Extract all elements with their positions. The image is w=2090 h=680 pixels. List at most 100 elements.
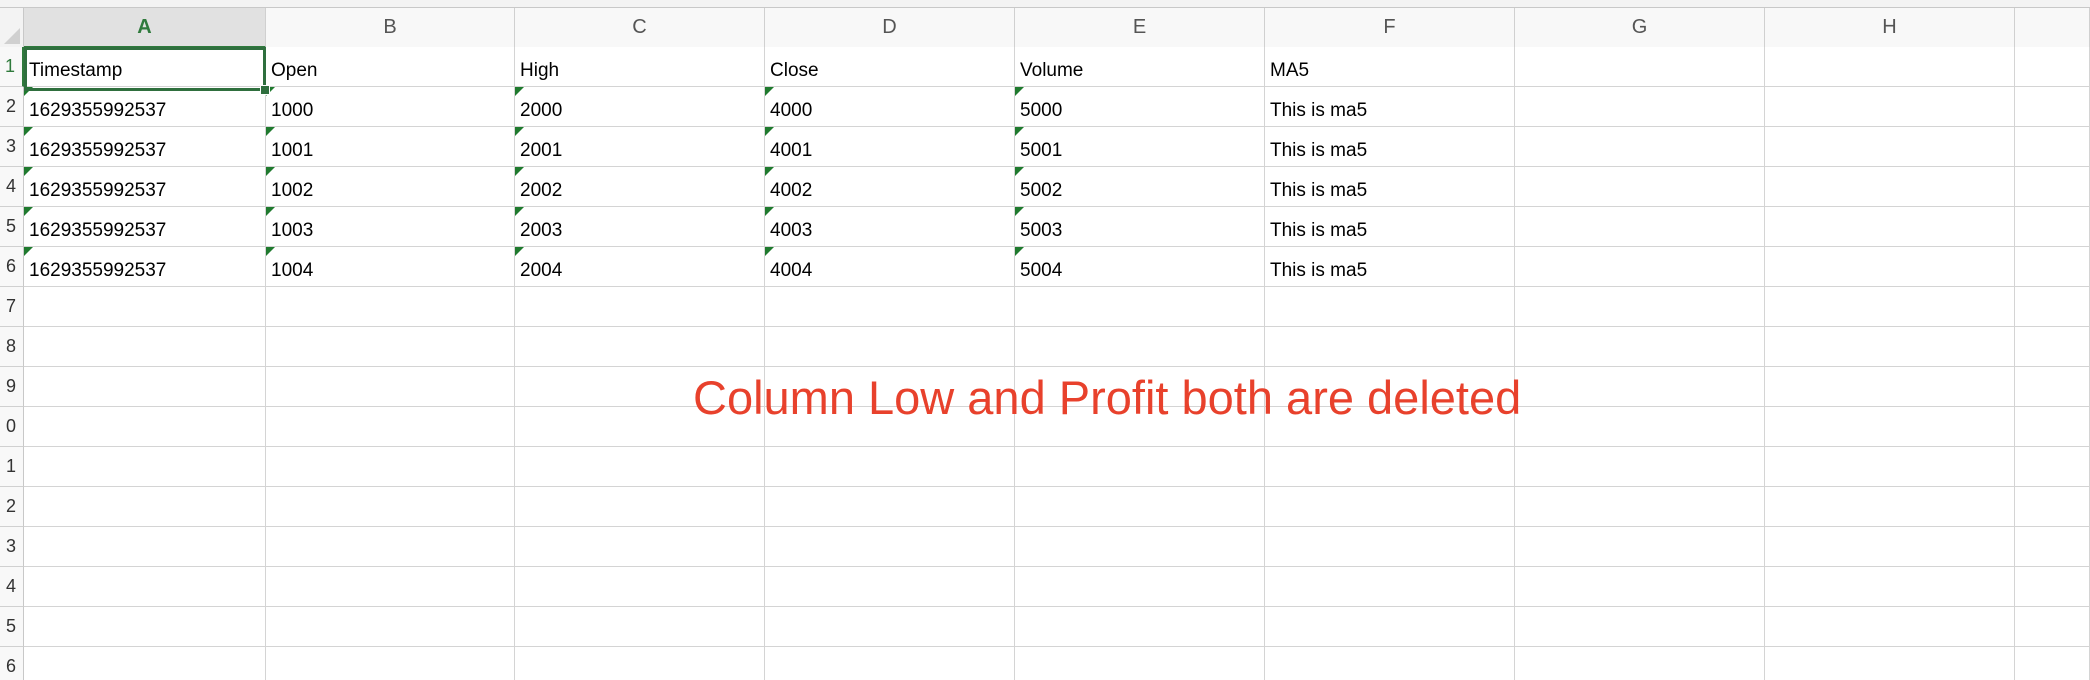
- data-cell[interactable]: 1001: [266, 127, 515, 167]
- empty-cell[interactable]: [1515, 127, 1765, 167]
- empty-cell[interactable]: [2015, 647, 2090, 680]
- empty-cell[interactable]: [2015, 487, 2090, 527]
- empty-cell[interactable]: [1515, 287, 1765, 327]
- empty-cell[interactable]: [515, 607, 765, 647]
- empty-cell[interactable]: [266, 367, 515, 407]
- empty-cell[interactable]: [2015, 127, 2090, 167]
- row-header[interactable]: 2: [0, 87, 24, 127]
- row-header[interactable]: 5: [0, 607, 24, 647]
- data-cell[interactable]: This is ma5: [1265, 127, 1515, 167]
- empty-cell[interactable]: [515, 487, 765, 527]
- empty-cell[interactable]: [1515, 87, 1765, 127]
- empty-cell[interactable]: [765, 327, 1015, 367]
- data-cell[interactable]: 1003: [266, 207, 515, 247]
- empty-cell[interactable]: [266, 487, 515, 527]
- data-cell[interactable]: 2004: [515, 247, 765, 287]
- empty-cell[interactable]: [2015, 47, 2090, 87]
- row-header[interactable]: 1: [0, 447, 24, 487]
- empty-cell[interactable]: [1765, 407, 2015, 447]
- empty-cell[interactable]: [765, 527, 1015, 567]
- header-cell[interactable]: Open: [266, 47, 515, 87]
- empty-cell[interactable]: [1265, 647, 1515, 680]
- empty-cell[interactable]: [1515, 607, 1765, 647]
- empty-cell[interactable]: [2015, 527, 2090, 567]
- empty-cell[interactable]: [24, 607, 266, 647]
- empty-cell[interactable]: [1765, 127, 2015, 167]
- empty-cell[interactable]: [1515, 567, 1765, 607]
- empty-cell[interactable]: [266, 567, 515, 607]
- column-header-f[interactable]: F: [1265, 8, 1515, 48]
- empty-cell[interactable]: [515, 567, 765, 607]
- empty-cell[interactable]: [515, 527, 765, 567]
- empty-cell[interactable]: [1015, 567, 1265, 607]
- data-cell[interactable]: 4002: [765, 167, 1015, 207]
- data-cell[interactable]: 4003: [765, 207, 1015, 247]
- empty-cell[interactable]: [1265, 607, 1515, 647]
- row-header[interactable]: 8: [0, 327, 24, 367]
- empty-cell[interactable]: [1515, 47, 1765, 87]
- column-header-e[interactable]: E: [1015, 8, 1265, 48]
- data-cell[interactable]: 4000: [765, 87, 1015, 127]
- empty-cell[interactable]: [1015, 287, 1265, 327]
- header-cell[interactable]: MA5: [1265, 47, 1515, 87]
- header-cell[interactable]: Volume: [1015, 47, 1265, 87]
- empty-cell[interactable]: [266, 287, 515, 327]
- empty-cell[interactable]: [24, 327, 266, 367]
- row-header[interactable]: 6: [0, 247, 24, 287]
- data-cell[interactable]: This is ma5: [1265, 247, 1515, 287]
- data-cell[interactable]: 1000: [266, 87, 515, 127]
- empty-cell[interactable]: [765, 647, 1015, 680]
- empty-cell[interactable]: [1015, 607, 1265, 647]
- empty-cell[interactable]: [24, 287, 266, 327]
- data-cell[interactable]: 2001: [515, 127, 765, 167]
- empty-cell[interactable]: [24, 407, 266, 447]
- empty-cell[interactable]: [765, 487, 1015, 527]
- empty-cell[interactable]: [1765, 647, 2015, 680]
- empty-cell[interactable]: [1515, 647, 1765, 680]
- empty-cell[interactable]: [2015, 447, 2090, 487]
- empty-cell[interactable]: [1765, 207, 2015, 247]
- empty-cell[interactable]: [2015, 247, 2090, 287]
- empty-cell[interactable]: [765, 287, 1015, 327]
- data-cell[interactable]: 2002: [515, 167, 765, 207]
- data-cell[interactable]: 2003: [515, 207, 765, 247]
- data-cell[interactable]: 1004: [266, 247, 515, 287]
- empty-cell[interactable]: [1765, 247, 2015, 287]
- empty-cell[interactable]: [765, 567, 1015, 607]
- empty-cell[interactable]: [1765, 487, 2015, 527]
- empty-cell[interactable]: [1015, 527, 1265, 567]
- empty-cell[interactable]: [515, 327, 765, 367]
- empty-cell[interactable]: [1765, 527, 2015, 567]
- data-cell[interactable]: 1002: [266, 167, 515, 207]
- empty-cell[interactable]: [1765, 47, 2015, 87]
- empty-cell[interactable]: [24, 647, 266, 680]
- empty-cell[interactable]: [1265, 447, 1515, 487]
- empty-cell[interactable]: [24, 567, 266, 607]
- empty-cell[interactable]: [765, 607, 1015, 647]
- empty-cell[interactable]: [24, 487, 266, 527]
- data-cell[interactable]: 5003: [1015, 207, 1265, 247]
- empty-cell[interactable]: [1765, 567, 2015, 607]
- empty-cell[interactable]: [1515, 207, 1765, 247]
- empty-cell[interactable]: [1015, 487, 1265, 527]
- empty-cell[interactable]: [1265, 487, 1515, 527]
- empty-cell[interactable]: [24, 367, 266, 407]
- data-cell[interactable]: 5001: [1015, 127, 1265, 167]
- empty-cell[interactable]: [1015, 327, 1265, 367]
- empty-cell[interactable]: [1765, 447, 2015, 487]
- data-cell[interactable]: 1629355992537: [24, 247, 266, 287]
- empty-cell[interactable]: [1515, 367, 1765, 407]
- data-cell[interactable]: 4001: [765, 127, 1015, 167]
- column-header-h[interactable]: H: [1765, 8, 2015, 48]
- column-header-g[interactable]: G: [1515, 8, 1765, 48]
- column-header-a[interactable]: A: [24, 8, 266, 48]
- empty-cell[interactable]: [1265, 327, 1515, 367]
- empty-cell[interactable]: [1265, 567, 1515, 607]
- empty-cell[interactable]: [24, 527, 266, 567]
- row-header[interactable]: 1: [0, 47, 24, 87]
- empty-cell[interactable]: [1515, 527, 1765, 567]
- data-cell[interactable]: 1629355992537: [24, 167, 266, 207]
- empty-cell[interactable]: [1515, 247, 1765, 287]
- empty-cell[interactable]: [2015, 287, 2090, 327]
- row-header[interactable]: 3: [0, 127, 24, 167]
